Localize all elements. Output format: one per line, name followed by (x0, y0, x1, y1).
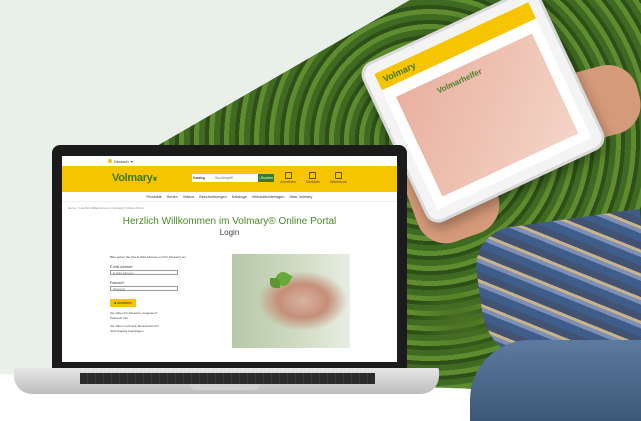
language-bar[interactable]: Deutsch ▾ (62, 156, 397, 166)
search-input[interactable] (213, 174, 258, 182)
volmary-logo[interactable]: Volmary❦ (112, 172, 158, 184)
logo-text: Volmary (112, 172, 153, 184)
search-category-label: Katalog (193, 176, 205, 180)
search-button[interactable]: ⌕ Suchen (258, 174, 274, 182)
email-field[interactable] (110, 270, 178, 275)
tablet-logo: Volmary (381, 60, 418, 85)
email-label: E-Mail-Adresse* (110, 265, 134, 269)
chevron-down-icon: ▾ (130, 158, 133, 164)
nav-item-kataloge[interactable]: Kataloge (232, 195, 247, 199)
site-header: Volmary❦ Katalog ⌕Suchen Anmelden Merkli… (62, 166, 397, 192)
nav-item-serien[interactable]: Serien (167, 195, 178, 199)
password-field[interactable] (110, 286, 178, 291)
page-subtitle: Login (219, 228, 240, 237)
login-button-label: Anmelden (117, 301, 132, 305)
cart-icon (335, 172, 342, 179)
plant-seedling-image (232, 254, 350, 348)
nav-item-produkte[interactable]: Produkte (147, 195, 162, 199)
header-cart[interactable]: Warenkorb (330, 172, 347, 184)
nav-item-beschreibungen[interactable]: Beschreibungen (199, 195, 226, 199)
header-login-label: Anmelden (280, 180, 296, 184)
language-label[interactable]: Deutsch (114, 159, 129, 164)
login-button[interactable]: ■ Anmelden (110, 299, 136, 307)
forgot-question: Sie haben Ihr Passwort vergessen? (110, 311, 158, 315)
search-category-select[interactable]: Katalog (192, 174, 213, 182)
register-link[interactable]: Jetzt Zugang beantragen (110, 329, 190, 333)
breadcrumb[interactable]: Home > Herzlich Willkommen im Volmary® O… (62, 202, 397, 210)
nav-item-verkaufsunterlagen[interactable]: Verkaufsunterlagen (252, 195, 285, 199)
heart-icon (309, 172, 317, 179)
password-label: Passwort* (110, 281, 125, 285)
language-flag-icon (108, 159, 112, 163)
header-icons: Anmelden Merkliste Warenkorb (280, 172, 347, 184)
main-nav: Produkte Serien Videos Beschreibungen Ka… (62, 192, 397, 202)
header-wishlist-label: Merkliste (305, 180, 320, 184)
forgot-password-link[interactable]: Passwort hier (110, 316, 190, 320)
nav-item-videos[interactable]: Videos (183, 195, 195, 199)
laptop-keyboard (80, 373, 375, 384)
page-title: Herzlich Willkommen im Volmary® Online P… (122, 216, 337, 227)
login-form: Bitte geben Sie Ihre E-Mail-Adresse und … (110, 255, 190, 333)
nav-item-ueber-volmary[interactable]: Über Volmary (289, 195, 312, 199)
laptop-screen: Deutsch ▾ Volmary❦ Katalog ⌕Suchen Anmel… (62, 156, 397, 362)
search-button-label: Suchen (261, 176, 273, 180)
person-jeans (470, 340, 641, 421)
header-login[interactable]: Anmelden (280, 172, 296, 184)
lock-icon: ■ (114, 301, 117, 305)
sprout-leaf-2 (270, 278, 280, 288)
header-cart-label: Warenkorb (330, 180, 347, 184)
user-icon (284, 172, 292, 179)
laptop-notch (190, 384, 260, 390)
leaf-icon: ❦ (152, 177, 158, 183)
no-account-question: Sie haben noch kein Benutzerkonto? (110, 324, 160, 328)
tablet-hero-text: Volmarhelfer (435, 66, 484, 96)
form-intro: Bitte geben Sie Ihre E-Mail-Adresse und … (110, 255, 187, 259)
search-bar: Katalog ⌕Suchen (192, 174, 274, 182)
header-wishlist[interactable]: Merkliste (306, 172, 320, 184)
